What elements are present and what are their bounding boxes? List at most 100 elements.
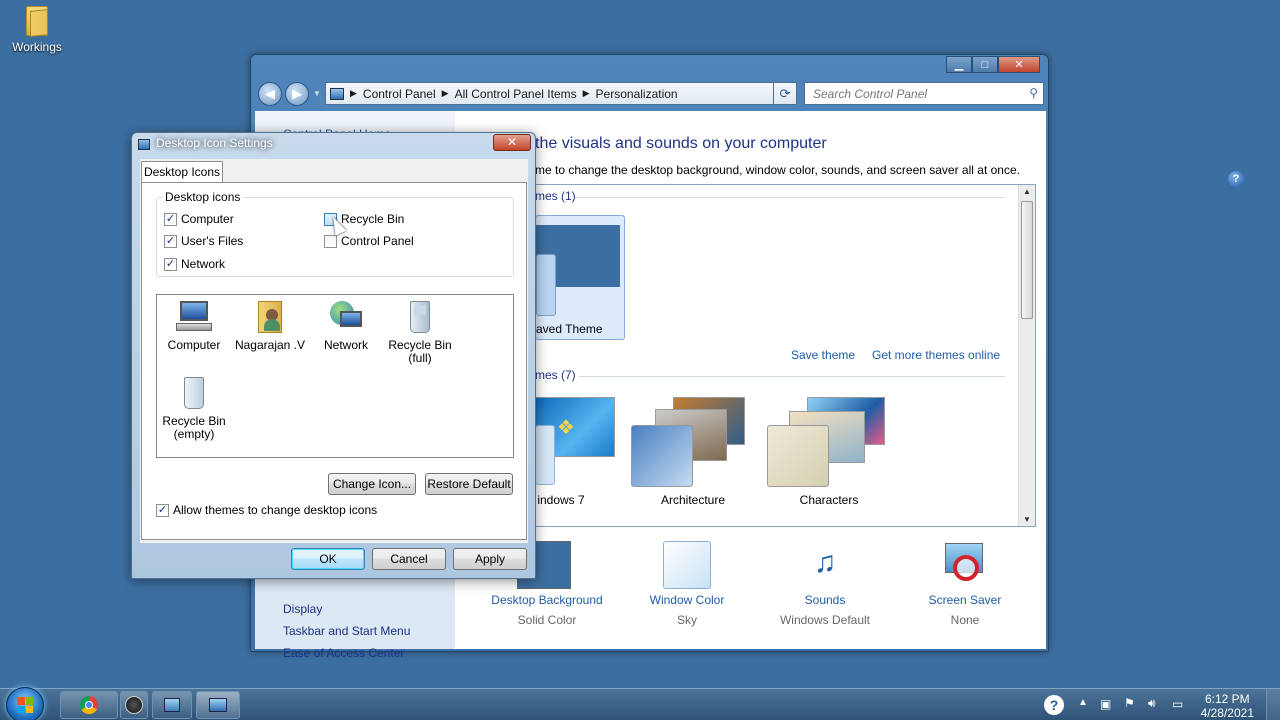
breadcrumb-personalization[interactable]: Personalization xyxy=(596,87,678,101)
list-item-label: Computer xyxy=(167,338,221,352)
volume-icon[interactable]: 🔊︎ xyxy=(1148,696,1156,711)
scroll-thumb[interactable] xyxy=(1021,201,1033,319)
checkbox-empty-icon xyxy=(324,234,337,248)
list-item-network[interactable]: Network xyxy=(309,299,383,352)
start-button[interactable] xyxy=(6,687,44,720)
list-item-user-files[interactable]: Nagarajan .V xyxy=(233,299,307,352)
recycle-bin-full-icon xyxy=(402,299,438,335)
refresh-button[interactable]: ⟳ xyxy=(773,82,797,105)
list-item-label: Network xyxy=(323,338,368,352)
page-subtitle: me to change the desktop background, win… xyxy=(535,163,1020,177)
window-controls: ▁ □ ✕ xyxy=(946,56,1040,73)
checkbox-label: Network xyxy=(181,257,226,271)
themes-scrollbar[interactable]: ▲ ▼ xyxy=(1018,185,1035,526)
display-link[interactable]: Display xyxy=(283,602,410,616)
checkbox-label: User's Files xyxy=(181,234,244,248)
ok-button[interactable]: OK xyxy=(291,548,365,570)
themes-box: ▲ ▼ mes (1) aved Theme Save theme Get mo… xyxy=(535,184,1036,527)
control-panel-icon xyxy=(209,698,227,712)
list-item-recycle-bin-full[interactable]: Recycle Bin (full) xyxy=(383,299,457,365)
taskbar-chrome[interactable] xyxy=(60,691,118,719)
tab-panel: Desktop icons ✓ Computer Recycle Bin ✓ Use… xyxy=(141,182,527,540)
back-button[interactable]: ◀ xyxy=(258,82,282,106)
list-item-label: Recycle Bin (empty) xyxy=(162,414,226,441)
checkbox-users-files[interactable]: ✓ User's Files xyxy=(164,234,243,248)
music-note-icon: ♫ xyxy=(813,546,837,579)
screen-saver-item[interactable]: Screen Saver None xyxy=(905,541,1025,627)
get-more-themes-link[interactable]: Get more themes online xyxy=(872,348,1000,362)
windows-logo-icon: ❖ xyxy=(557,417,575,439)
taskbar-control-panel[interactable] xyxy=(196,691,240,719)
clock[interactable]: 6:12 PM 4/28/2021 xyxy=(1201,692,1254,720)
help-tray-icon[interactable]: ? xyxy=(1044,695,1064,715)
checkbox-label: Computer xyxy=(181,212,234,226)
taskbar-explorer[interactable] xyxy=(152,691,192,719)
main-pane: ? the visuals and sounds on your compute… xyxy=(455,111,1244,649)
windows-logo-icon xyxy=(17,697,33,713)
checkbox-network[interactable]: ✓ Network xyxy=(164,257,225,271)
ease-of-access-link[interactable]: Ease of Access Center xyxy=(283,646,410,660)
saved-theme-label: aved Theme xyxy=(536,322,603,336)
computer-icon xyxy=(176,299,212,335)
cancel-button[interactable]: Cancel xyxy=(372,548,446,570)
window-color-icon xyxy=(663,541,711,589)
checkbox-control-panel[interactable]: Control Panel xyxy=(324,234,414,248)
search-placeholder: Search Control Panel xyxy=(813,87,928,101)
computer-icon xyxy=(164,698,180,712)
minimize-button[interactable]: ▁ xyxy=(946,56,972,73)
checkbox-computer[interactable]: ✓ Computer xyxy=(164,212,234,226)
scroll-down-icon[interactable]: ▼ xyxy=(1019,515,1035,524)
chevron-right-icon: ▶ xyxy=(582,88,590,98)
forward-button[interactable]: ▶ xyxy=(285,82,309,106)
tab-desktop-icons[interactable]: Desktop Icons xyxy=(141,161,223,183)
network-tray-icon[interactable]: ▭ xyxy=(1172,697,1183,711)
history-dropdown-icon[interactable]: ▼ xyxy=(313,89,321,98)
clock-date: 4/28/2021 xyxy=(1200,706,1254,720)
taskbar-link[interactable]: Taskbar and Start Menu xyxy=(283,624,410,638)
checkbox-label: Recycle Bin xyxy=(341,212,405,226)
checkbox-check-icon: ✓ xyxy=(164,234,177,248)
search-icon[interactable]: ⚲ xyxy=(1029,86,1038,100)
characters-theme[interactable]: Characters xyxy=(767,397,891,507)
help-icon[interactable]: ? xyxy=(1228,171,1244,187)
taskbar-media[interactable] xyxy=(120,691,148,719)
aero-themes-header: mes (7) xyxy=(535,368,576,382)
screen-saver-value: None xyxy=(950,613,980,627)
folder-icon xyxy=(24,6,50,37)
change-icon-button[interactable]: Change Icon... xyxy=(328,473,416,495)
scroll-up-icon[interactable]: ▲ xyxy=(1019,187,1035,196)
screen-saver-label: Screen Saver xyxy=(928,593,1002,607)
saved-theme-tile[interactable]: aved Theme xyxy=(535,215,625,340)
window-color-value: Sky xyxy=(676,613,697,627)
list-item-computer[interactable]: Computer xyxy=(157,299,231,352)
sounds-item[interactable]: ♫ Sounds Windows Default xyxy=(765,541,885,627)
my-themes-header: mes (1) xyxy=(535,189,576,203)
address-bar[interactable]: ▶ Control Panel ▶ All Control Panel Item… xyxy=(325,82,795,105)
dialog-close-button[interactable]: ✕ xyxy=(493,134,531,151)
show-hidden-icons[interactable]: ▲ xyxy=(1078,697,1088,708)
architecture-theme[interactable]: Architecture xyxy=(631,397,755,507)
action-center-icon[interactable]: ⚑ xyxy=(1124,696,1135,710)
list-item-recycle-bin-empty[interactable]: Recycle Bin (empty) xyxy=(157,375,231,441)
maximize-button[interactable]: □ xyxy=(972,56,998,73)
search-input[interactable]: Search Control Panel ⚲ xyxy=(804,82,1044,105)
windows7-theme[interactable]: ❖ indows 7 xyxy=(535,397,615,507)
checkbox-allow-themes[interactable]: ✓ Allow themes to change desktop icons xyxy=(156,503,377,517)
close-button[interactable]: ✕ xyxy=(998,56,1040,73)
network-icon xyxy=(328,299,364,335)
save-theme-link[interactable]: Save theme xyxy=(791,348,855,362)
list-item-label: Nagarajan .V xyxy=(234,338,306,352)
icon-list[interactable]: Computer Nagarajan .V Network Recycle Bi… xyxy=(156,294,514,458)
breadcrumb-control-panel[interactable]: Control Panel xyxy=(363,87,436,101)
theme-label: indows 7 xyxy=(537,493,585,507)
window-color-item[interactable]: Window Color Sky xyxy=(627,541,747,627)
checkbox-check-icon: ✓ xyxy=(156,503,169,517)
breadcrumb-all-items[interactable]: All Control Panel Items xyxy=(455,87,577,101)
desktop-icon-workings[interactable]: Workings xyxy=(6,6,68,54)
checkbox-check-icon: ✓ xyxy=(164,212,177,226)
desktop-background-value: Solid Color xyxy=(517,613,577,627)
device-tray-icon[interactable]: ▣ xyxy=(1100,697,1111,711)
apply-button[interactable]: Apply xyxy=(453,548,527,570)
restore-default-button[interactable]: Restore Default xyxy=(425,473,513,495)
show-desktop-button[interactable] xyxy=(1266,689,1280,720)
